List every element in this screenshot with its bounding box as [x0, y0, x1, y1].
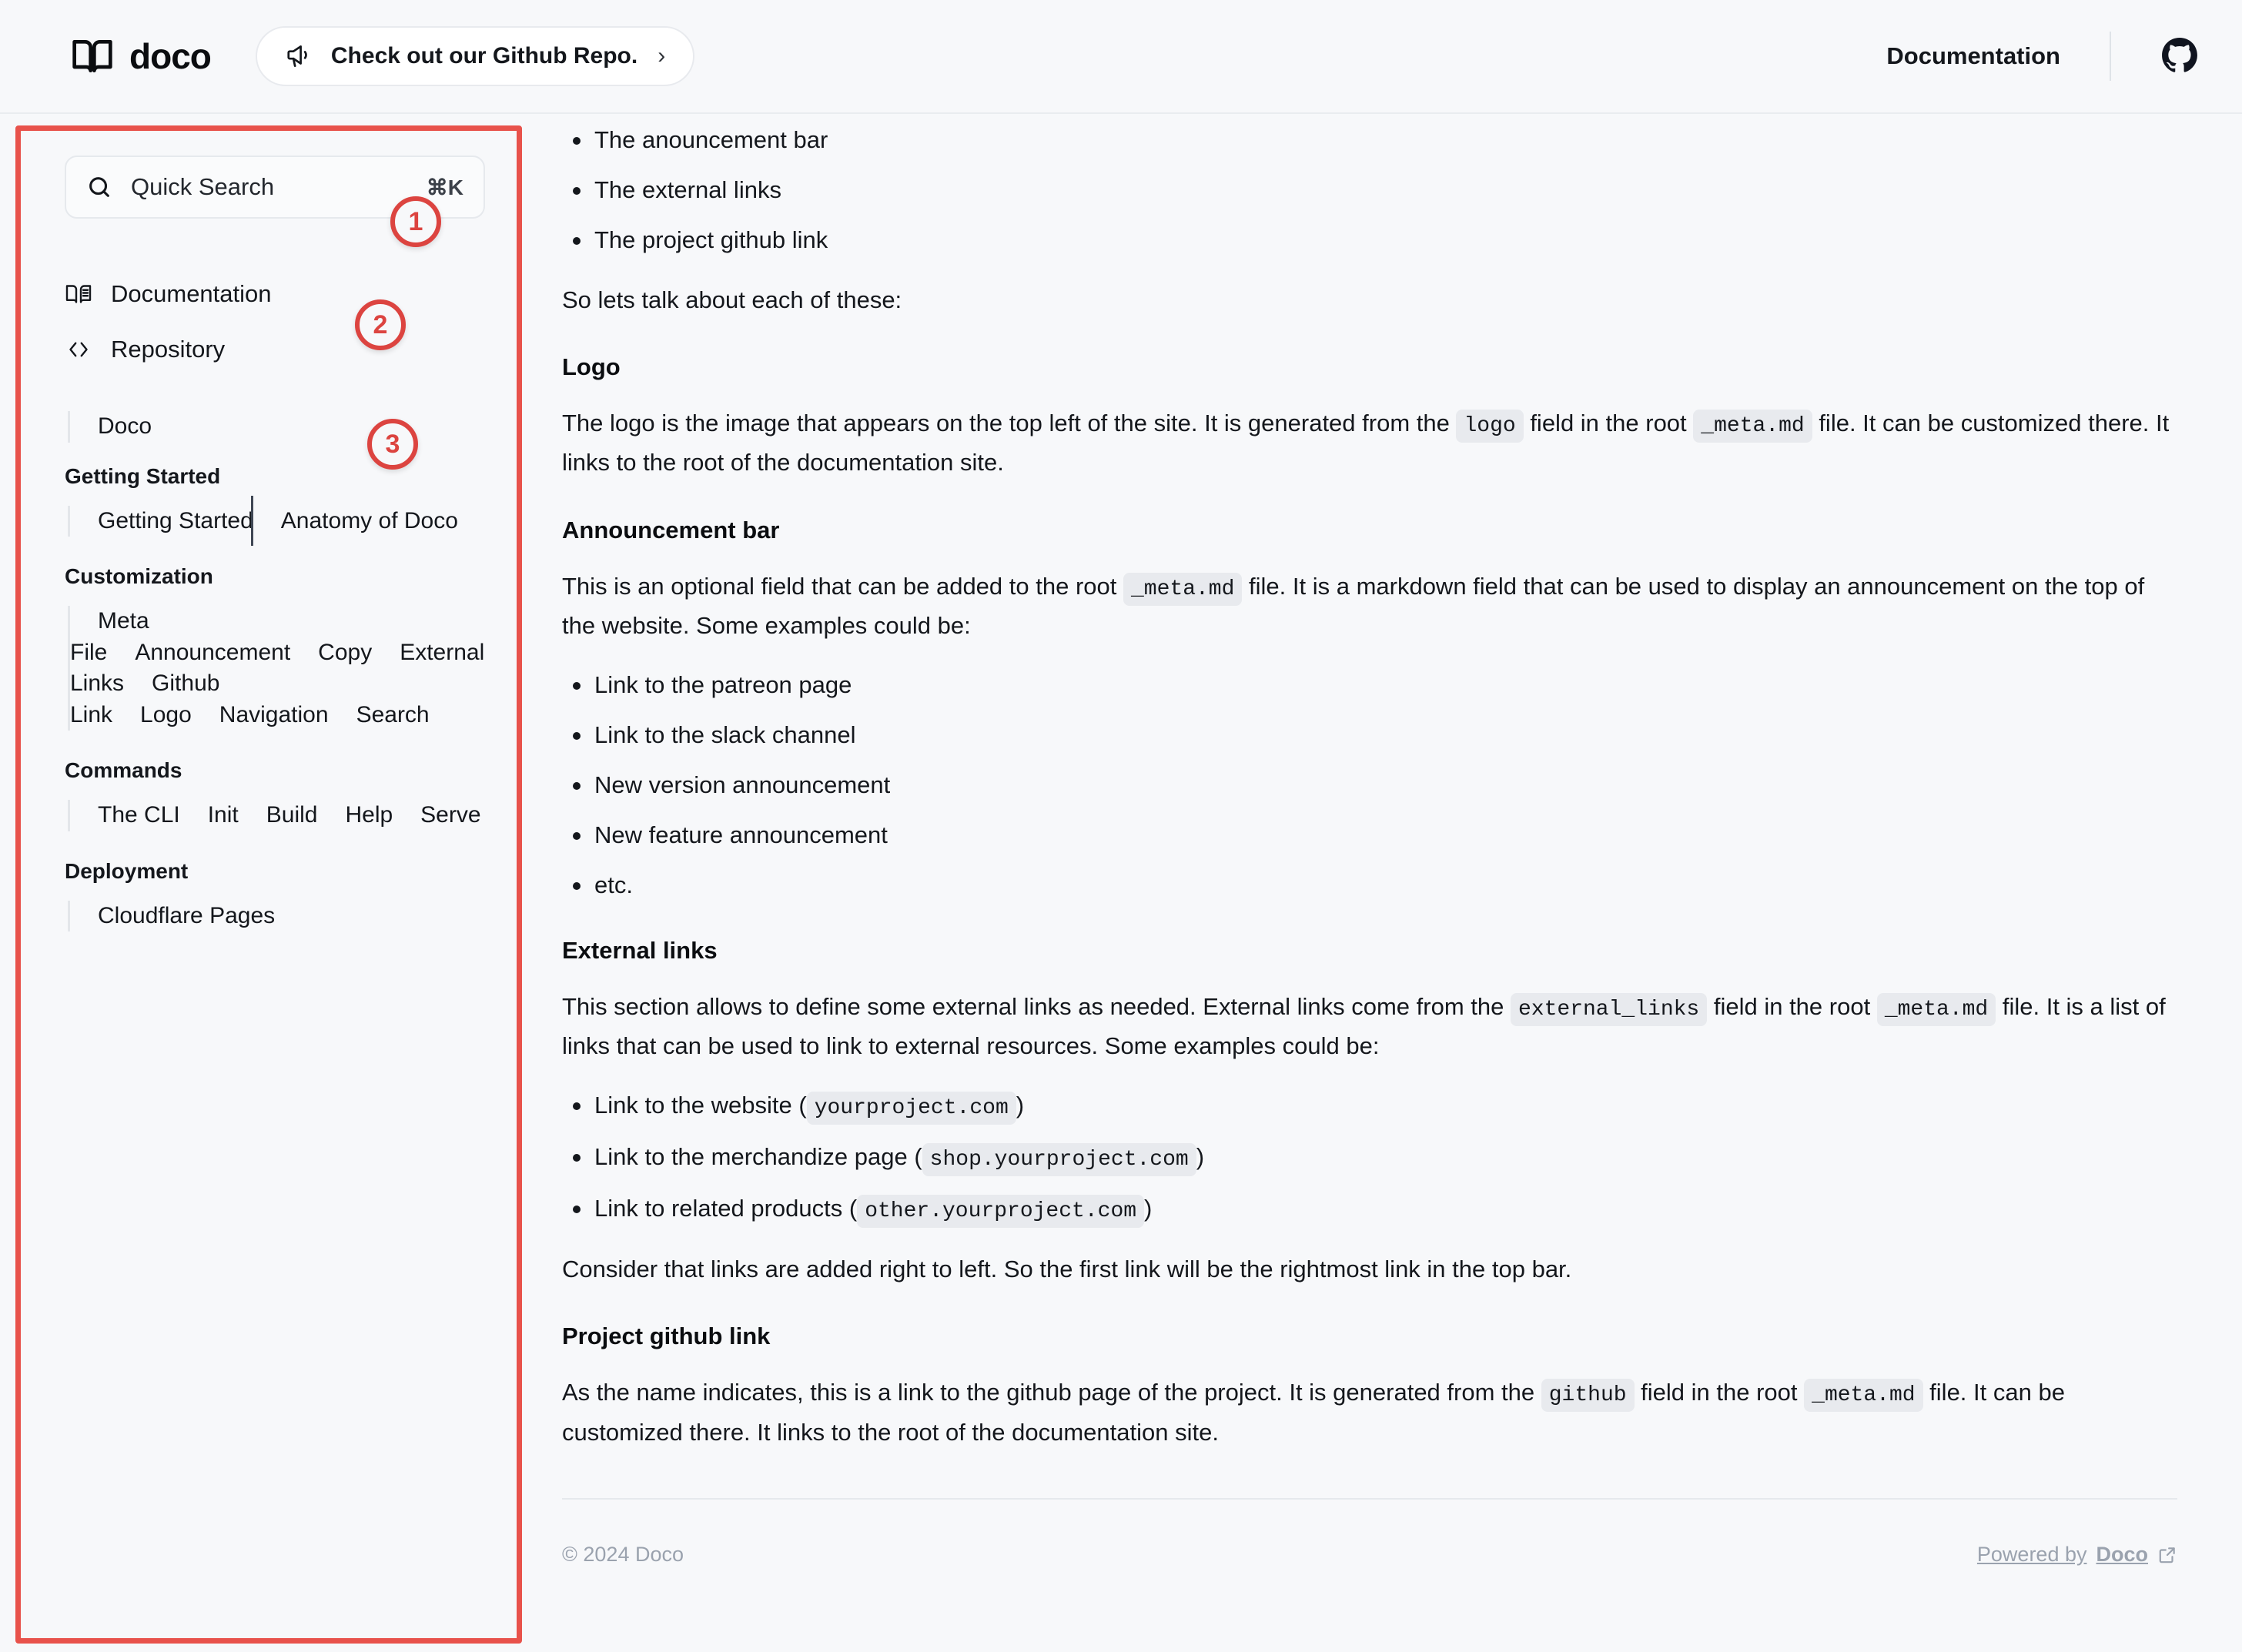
sidebar-item-init[interactable]: Init: [178, 790, 239, 840]
list-item: Link to the patreon page: [562, 668, 2177, 703]
code-brackets-icon: [65, 336, 92, 363]
header-right-nav: Documentation: [1886, 32, 2199, 81]
list-item: New version announcement: [562, 768, 2177, 803]
sidebar-item-label: Documentation: [111, 280, 272, 307]
copyright-text: © 2024 Doco: [562, 1543, 684, 1567]
header-divider: [2110, 32, 2111, 81]
inline-code: yourproject.com: [806, 1092, 1016, 1125]
list-item: New feature announcement: [562, 818, 2177, 853]
sidebar-group-items: The CLI Init Build Help Serve: [68, 800, 493, 831]
sidebar-item-getting-started[interactable]: Getting Started: [68, 496, 253, 546]
intro-paragraph: So lets talk about each of these:: [562, 286, 902, 313]
search-icon: [86, 174, 112, 200]
top-header: doco Check out our Github Repo. › Docume…: [0, 0, 2242, 114]
nav-link-documentation[interactable]: Documentation: [1886, 42, 2060, 70]
section-heading-external-links: External links: [562, 936, 718, 964]
sidebar-group-deployment: Deployment Cloudflare Pages: [65, 838, 493, 931]
sidebar-item-anatomy-of-doco[interactable]: Anatomy of Doco: [250, 495, 458, 546]
sidebar-item-cloudflare-pages[interactable]: Cloudflare Pages: [68, 891, 275, 941]
section-paragraph: This is an optional field that can be ad…: [562, 572, 2145, 639]
section-paragraph: As the name indicates, this is a link to…: [562, 1379, 2065, 1446]
book-icon: [65, 280, 92, 308]
list-item: The external links: [562, 173, 2177, 208]
doc-sections: Logo The logo is the image that appears o…: [562, 353, 2177, 1452]
sidebar-item-repository[interactable]: Repository: [65, 322, 493, 377]
sidebar-root-items: Doco: [68, 411, 493, 443]
github-icon[interactable]: [2160, 37, 2199, 75]
section-heading-announcement-bar: Announcement bar: [562, 516, 780, 543]
sidebar-groups: Getting Started Getting Started Anatomy of…: [65, 443, 493, 931]
section-bullet-list: Link to the website (yourproject.com) Lin…: [562, 1089, 2177, 1228]
sidebar-item-build[interactable]: Build: [236, 790, 318, 840]
sidebar-item-search[interactable]: Search: [326, 690, 430, 740]
sidebar-item-copy[interactable]: Copy: [288, 627, 372, 677]
powered-by-brand: Doco: [2096, 1543, 2149, 1567]
inline-code: other.yourproject.com: [857, 1194, 1145, 1228]
powered-by-prefix: Powered by: [1976, 1543, 2087, 1567]
announcement-bar-button[interactable]: Check out our Github Repo. ›: [255, 26, 695, 86]
list-item: Link to related products (other.yourproj…: [562, 1192, 2177, 1228]
section-heading-logo: Logo: [562, 353, 621, 381]
sidebar-group-getting-started: Getting Started Getting Started Anatomy of…: [65, 443, 493, 546]
powered-by-link[interactable]: Powered by Doco: [1977, 1543, 2177, 1567]
inline-code: logo: [1456, 410, 1524, 443]
inline-code: _meta.md: [1804, 1379, 1923, 1413]
list-item: The anouncement bar: [562, 123, 2177, 158]
sidebar-item-help[interactable]: Help: [315, 790, 393, 840]
sidebar-group-commands: Commands The CLI Init Build Help Serve: [65, 737, 493, 831]
inline-code: _meta.md: [1123, 572, 1243, 606]
sidebar-item-doco[interactable]: Doco: [68, 401, 152, 451]
brand-logo[interactable]: doco: [71, 35, 212, 78]
main-content: The anouncement bar The external links The…: [524, 115, 2242, 1652]
intro-bullet-list: The anouncement bar The external links The…: [562, 123, 2177, 258]
section-heading-project-github-link: Project github link: [562, 1323, 771, 1350]
sidebar-item-documentation[interactable]: Documentation: [65, 266, 493, 322]
sidebar-group-items: Getting Started Anatomy of Doco: [68, 495, 493, 546]
annotation-marker-1: 1: [390, 196, 441, 247]
book-icon: [71, 35, 114, 78]
sidebar-item-label: Repository: [111, 336, 226, 363]
sidebar-item-serve[interactable]: Serve: [390, 790, 480, 840]
announcement-label: Check out our Github Repo.: [330, 43, 638, 69]
section-paragraph: This section allows to define some exter…: [562, 992, 2166, 1060]
megaphone-icon: [285, 42, 314, 71]
sidebar-nav-tree: Doco Getting Started Getting Started Anato…: [65, 411, 493, 931]
list-item: Link to the website (yourproject.com): [562, 1089, 2177, 1125]
article-body: The anouncement bar The external links The…: [562, 115, 2177, 1567]
search-shortcut-badge: ⌘K: [426, 175, 463, 199]
page-root: doco Check out our Github Repo. › Docume…: [0, 0, 2242, 1652]
section-trailing-paragraph: Consider that links are added right to l…: [562, 1256, 1572, 1283]
inline-code: external_links: [1510, 992, 1708, 1026]
section-bullet-list: Link to the patreon page Link to the slac…: [562, 668, 2177, 903]
external-link-icon: [2157, 1545, 2177, 1565]
chevron-right-icon: ›: [658, 43, 666, 69]
list-item: etc.: [562, 868, 2177, 903]
list-item: Link to the slack channel: [562, 718, 2177, 753]
sidebar-top-links: Documentation Repository: [65, 266, 493, 377]
sidebar-item-navigation[interactable]: Navigation: [189, 690, 329, 740]
section-paragraph: The logo is the image that appears on th…: [562, 410, 2170, 477]
inline-code: shop.yourproject.com: [922, 1143, 1196, 1177]
inline-code: _meta.md: [1876, 992, 1996, 1026]
annotation-marker-3: 3: [367, 419, 418, 470]
sidebar-item-logo[interactable]: Logo: [110, 690, 192, 740]
sidebar-group-items: Meta File Announcement Copy External Links G…: [68, 606, 493, 731]
search-placeholder: Quick Search: [131, 173, 275, 200]
brand-name: doco: [129, 36, 212, 76]
inline-code: _meta.md: [1693, 410, 1812, 443]
inline-code: github: [1541, 1379, 1635, 1413]
annotation-marker-2: 2: [355, 299, 406, 350]
list-item: Link to the merchandize page (shop.yourp…: [562, 1140, 2177, 1177]
sidebar: Quick Search ⌘K Documentation Repository…: [0, 115, 524, 1652]
sidebar-group-items: Cloudflare Pages: [68, 900, 493, 931]
list-item: The project github link: [562, 223, 2177, 258]
sidebar-group-customization: Customization Meta File Announcement Copy Ex…: [65, 543, 493, 731]
page-footer: © 2024 Doco Powered by Doco: [562, 1500, 2177, 1567]
sidebar-item-the-cli[interactable]: The CLI: [68, 790, 180, 840]
